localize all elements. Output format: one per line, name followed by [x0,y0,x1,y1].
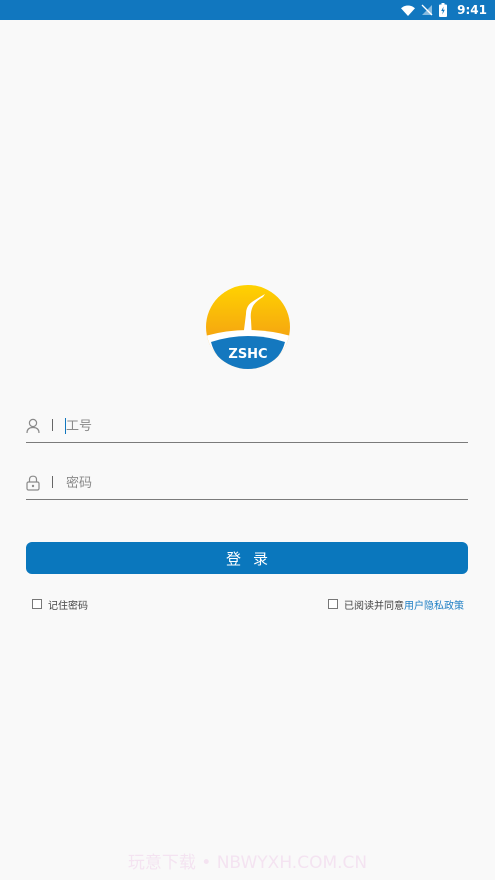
employee-id-input[interactable] [66,415,456,437]
no-signal-icon [421,4,433,16]
privacy-policy-link[interactable]: 用户隐私政策 [404,597,464,612]
logo-text: ZSHC [228,347,267,362]
lock-icon [26,475,40,491]
remember-password-checkbox[interactable] [32,599,42,609]
status-time: 9:41 [457,3,487,17]
wifi-icon [401,5,416,16]
watermark: 玩意下载 • NBWYXH.COM.CN [127,853,368,873]
privacy-agreement-checkbox[interactable] [328,599,338,609]
status-icons: 9:41 [401,2,487,18]
battery-charging-icon [439,3,448,17]
login-button[interactable]: 登录 [26,542,468,574]
user-icon [26,418,40,434]
status-bar: 9:41 [0,0,495,20]
employee-id-field[interactable] [26,412,468,443]
field-separator [52,419,53,431]
password-input[interactable] [66,472,456,494]
privacy-agreement-option[interactable]: 已阅读并同意 用户隐私政策 [328,597,464,612]
password-field[interactable] [26,469,468,500]
privacy-agreement-label: 已阅读并同意 [344,600,404,612]
field-separator [52,476,53,488]
remember-password-option[interactable]: 记住密码 [32,597,88,612]
remember-password-label: 记住密码 [48,600,88,612]
app-logo: ZSHC [206,285,290,369]
